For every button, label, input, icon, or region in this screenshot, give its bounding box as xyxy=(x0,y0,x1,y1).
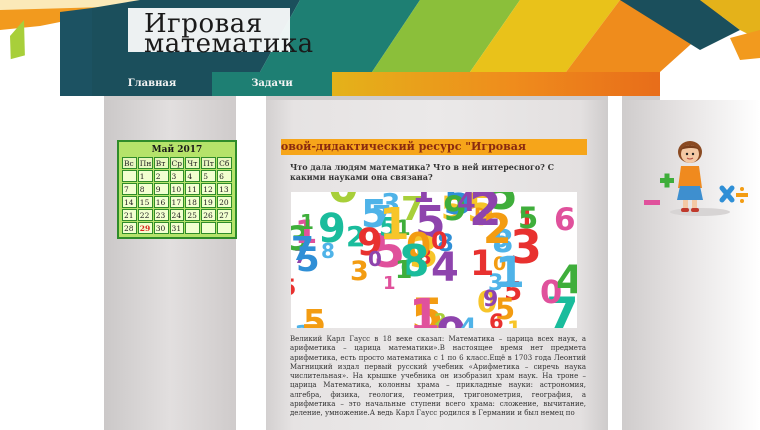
nav-empty-bar xyxy=(332,72,660,96)
calendar-day[interactable]: 9 xyxy=(153,183,169,195)
calendar-day[interactable]: 30 xyxy=(153,222,169,234)
calendar-day[interactable]: 5 xyxy=(201,170,217,182)
column-gap xyxy=(236,96,266,120)
decorative-number-glyph: 1 xyxy=(379,199,410,250)
calendar-day[interactable]: 4 xyxy=(185,170,201,182)
calendar-weekday: Пн xyxy=(137,157,153,169)
calendar-day[interactable]: 15 xyxy=(137,196,153,208)
calendar-day[interactable]: 11 xyxy=(185,183,201,195)
nav-home-link[interactable]: Главная xyxy=(92,72,212,96)
calendar-day[interactable]: 26 xyxy=(201,209,217,221)
calendar-week-row: 123456 xyxy=(122,170,232,182)
calendar-weekday: Вт xyxy=(153,157,169,169)
decorative-number-glyph: 1 xyxy=(383,273,396,294)
calendar-weekday: Сб xyxy=(217,157,232,169)
calendar-day[interactable]: 2 xyxy=(153,170,169,182)
mascot-girl-image xyxy=(640,138,760,218)
calendar-day[interactable]: 21 xyxy=(122,209,137,221)
article-paragraph: Великий Карл Гаусс в 18 веке сказал: Мат… xyxy=(290,335,586,418)
calendar-day[interactable]: 14 xyxy=(122,196,137,208)
decorative-number-glyph: 1 xyxy=(495,248,525,298)
article-body: Великий Карл Гаусс в 18 веке сказал: Мат… xyxy=(290,335,586,419)
site-title-line2: математика xyxy=(144,29,314,59)
calendar-day[interactable]: 7 xyxy=(122,183,137,195)
calendar-weekday: Пт xyxy=(201,157,217,169)
calendar-day[interactable]: 20 xyxy=(217,196,232,208)
calendar-week-row: 21 22 23 24 25 26 27 xyxy=(122,209,232,221)
calendar-day[interactable]: 1 xyxy=(137,170,153,182)
decorative-number-glyph: 1 xyxy=(412,192,434,210)
main-nav: Главная Задачи xyxy=(92,72,660,96)
calendar-empty-cell xyxy=(217,222,232,234)
calendar-day[interactable]: 28 xyxy=(122,222,137,234)
decorative-number-glyph: 1 xyxy=(395,255,412,284)
colorful-numbers-image: 5555265835575397301519121258891070897552… xyxy=(291,192,577,328)
article-question: Что дала людям математика? Что в ней инт… xyxy=(290,162,555,182)
calendar-empty-cell xyxy=(185,222,201,234)
decorative-number-glyph: 4 xyxy=(556,258,577,303)
calendar-day[interactable]: 29 xyxy=(137,222,153,234)
decorative-number-glyph: 1 xyxy=(409,289,440,328)
decorative-number-glyph: 6 xyxy=(554,202,576,238)
decorative-number-glyph: 0 xyxy=(328,192,359,213)
decorative-number-glyph: 1 xyxy=(470,244,494,284)
decorative-number-glyph: 7 xyxy=(380,322,399,328)
decorative-number-glyph: 5 xyxy=(296,240,320,280)
calendar-grid: Вс Пн Вт Ср Чт Пт Сб 1 2 3 4 5 6 7 8 9 10 11 12 13 14 15 16 17… xyxy=(121,156,233,235)
decorative-number-glyph: 3 xyxy=(350,256,369,287)
calendar-day[interactable]: 27 xyxy=(217,209,232,221)
column-gap xyxy=(0,96,104,120)
calendar-day[interactable]: 31 xyxy=(169,222,185,234)
calendar-week-row: 7 8 9 10 11 12 13 xyxy=(122,183,232,195)
mascot-illustration xyxy=(644,141,748,216)
decorative-number-glyph: 6 xyxy=(489,310,504,328)
banner-text: Учебно-игровой-дидактический ресурс "Игр… xyxy=(281,140,527,153)
calendar-week-row: 28 29 30 31 xyxy=(122,222,232,234)
decorative-number-glyph: 4 xyxy=(460,313,477,328)
decorative-number-glyph: 0 xyxy=(368,247,382,271)
marquee-banner: Учебно-игровой-дидактический ресурс "Игр… xyxy=(281,139,587,155)
decorative-number-glyph: 7 xyxy=(302,319,324,328)
calendar-weekday: Вс xyxy=(122,157,137,169)
calendar-week-row: 14 15 16 17 18 19 20 xyxy=(122,196,232,208)
calendar-day[interactable]: 24 xyxy=(169,209,185,221)
calendar-weekday: Ср xyxy=(169,157,185,169)
calendar-day[interactable]: 19 xyxy=(201,196,217,208)
calendar-weekday: Чт xyxy=(185,157,201,169)
site-title: Игровая математика xyxy=(144,11,314,59)
calendar-day[interactable]: 10 xyxy=(169,183,185,195)
calendar-day[interactable]: 16 xyxy=(153,196,169,208)
calendar-empty-cell xyxy=(201,222,217,234)
calendar-day[interactable]: 12 xyxy=(201,183,217,195)
calendar-day[interactable]: 3 xyxy=(169,170,185,182)
decorative-number-glyph: 8 xyxy=(321,239,335,263)
calendar-empty-cell xyxy=(122,170,137,182)
decorative-number-glyph: 4 xyxy=(431,245,459,291)
calendar-title: Май 2017 xyxy=(151,145,203,155)
column-gap xyxy=(608,96,622,120)
decorative-number-glyph: 4 xyxy=(457,192,476,218)
calendar-day[interactable]: 25 xyxy=(185,209,201,221)
calendar-day[interactable]: 6 xyxy=(217,170,232,182)
numbers-illustration: 5555265835575397301519121258891070897552… xyxy=(291,192,577,328)
calendar-widget: Май 2017 Вс Пн Вт Ср Чт Пт Сб 1 2 3 4 5 6 7 8 9 10 11 12 1… xyxy=(117,140,237,239)
nav-tasks-link[interactable]: Задачи xyxy=(212,72,332,96)
calendar-day[interactable]: 22 xyxy=(137,209,153,221)
calendar-day[interactable]: 23 xyxy=(153,209,169,221)
calendar-day[interactable]: 18 xyxy=(185,196,201,208)
calendar-day[interactable]: 13 xyxy=(217,183,232,195)
calendar-day[interactable]: 8 xyxy=(137,183,153,195)
calendar-day[interactable]: 17 xyxy=(169,196,185,208)
